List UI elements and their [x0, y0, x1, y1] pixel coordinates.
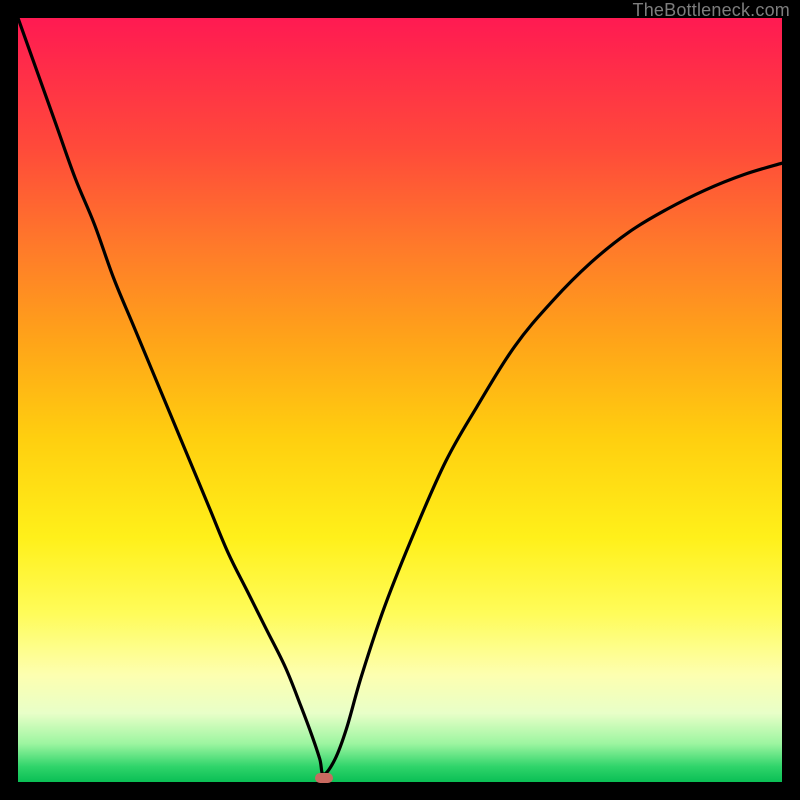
bottleneck-curve — [18, 18, 782, 782]
watermark-text: TheBottleneck.com — [633, 0, 790, 21]
optimal-point-marker — [315, 773, 333, 783]
chart-stage: TheBottleneck.com — [0, 0, 800, 800]
plot-area — [18, 18, 782, 782]
